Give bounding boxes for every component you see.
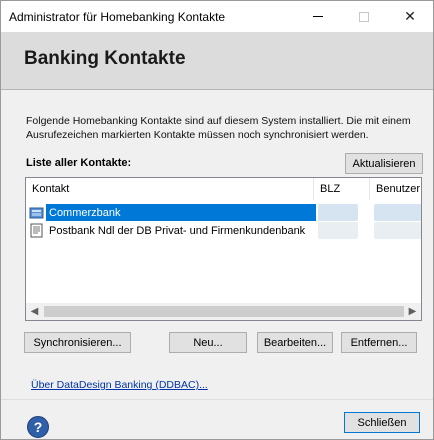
minimize-icon — [313, 16, 323, 17]
minimize-button[interactable] — [295, 1, 341, 32]
close-window-button[interactable]: ✕ — [387, 1, 433, 32]
column-header-blz[interactable]: BLZ — [314, 178, 370, 200]
list-item[interactable]: Postbank Ndl der DB Privat- und Firmenku… — [28, 222, 421, 239]
dialog-window: Administrator für Homebanking Kontakte ✕… — [0, 0, 434, 440]
user-value — [374, 222, 421, 239]
refresh-button[interactable]: Aktualisieren — [345, 153, 423, 174]
window-title: Administrator für Homebanking Kontakte — [9, 10, 226, 24]
blz-value — [318, 222, 358, 239]
column-header-user[interactable]: Benutzer — [370, 178, 421, 200]
contact-name: Postbank Ndl der DB Privat- und Firmenku… — [49, 224, 306, 237]
list-item[interactable]: Commerzbank — [28, 204, 421, 221]
header-band: Banking Kontakte — [1, 32, 433, 90]
bank-contact-icon — [29, 207, 44, 219]
user-value — [374, 204, 421, 221]
contact-name: Commerzbank — [46, 204, 316, 221]
new-button[interactable]: Neu... — [169, 332, 247, 353]
close-button[interactable]: Schließen — [344, 412, 420, 433]
scroll-left-icon[interactable]: ◀ — [26, 303, 43, 320]
about-link[interactable]: Über DataDesign Banking (DDBAC)... — [31, 379, 208, 391]
contacts-list[interactable]: Kontakt BLZ Benutzer Commerzbank Postban — [25, 177, 422, 321]
blz-value — [318, 204, 358, 221]
horizontal-scrollbar[interactable]: ◀ ▶ — [26, 303, 421, 320]
remove-button[interactable]: Entfernen... — [341, 332, 417, 353]
close-icon: ✕ — [404, 8, 416, 24]
edit-button[interactable]: Bearbeiten... — [257, 332, 333, 353]
maximize-button — [341, 1, 387, 32]
help-icon[interactable]: ? — [27, 416, 49, 438]
synchronize-button[interactable]: Synchronisieren... — [24, 332, 131, 353]
maximize-icon — [359, 11, 369, 22]
scroll-right-icon[interactable]: ▶ — [404, 303, 421, 320]
title-bar[interactable]: Administrator für Homebanking Kontakte ✕ — [1, 1, 433, 32]
contacts-list-label: Liste aller Kontakte: — [26, 157, 132, 169]
scroll-thumb[interactable] — [44, 306, 404, 317]
description-text: Folgende Homebanking Kontakte sind auf d… — [26, 115, 411, 141]
list-header: Kontakt BLZ Benutzer — [26, 178, 421, 200]
document-contact-icon — [30, 223, 43, 238]
page-title: Banking Kontakte — [24, 48, 186, 69]
column-header-contact[interactable]: Kontakt — [26, 178, 314, 200]
